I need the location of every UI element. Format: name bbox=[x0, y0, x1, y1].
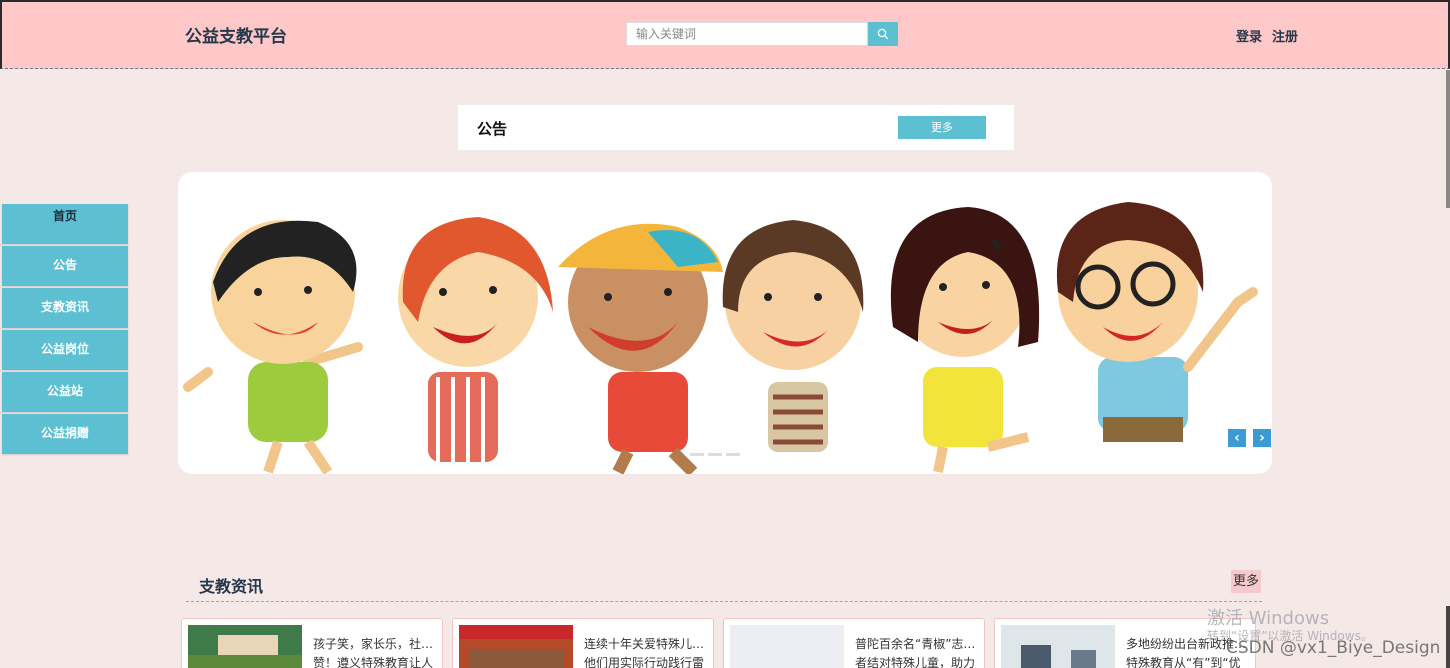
section-divider bbox=[186, 601, 1262, 602]
notice-bar: 公告 更多 bbox=[458, 105, 1014, 150]
news-card-snippet: 他们用实际行动践行雷 bbox=[584, 656, 705, 668]
news-card-snippet: 者结对特殊儿童，助力 bbox=[855, 656, 976, 668]
news-thumbnail bbox=[730, 625, 844, 668]
news-thumbnail bbox=[188, 625, 302, 668]
news-card-title: 孩子笑，家长乐，社… bbox=[313, 637, 434, 651]
carousel-dot[interactable] bbox=[708, 453, 722, 456]
news-thumbnail bbox=[459, 625, 573, 668]
news-card[interactable]: 连续十年关爱特殊儿… 他们用实际行动践行雷 bbox=[452, 618, 714, 668]
search-icon bbox=[877, 28, 889, 40]
login-link[interactable]: 登录 bbox=[1236, 26, 1262, 45]
news-card-list: 孩子笑，家长乐，社… 赞！遵义特殊教育让人 连续十年关爱特殊儿… 他们用实际行动… bbox=[181, 618, 1281, 668]
register-link[interactable]: 注册 bbox=[1272, 26, 1298, 45]
search-input[interactable] bbox=[626, 22, 868, 46]
news-card-title: 普陀百余名“青椒”志… bbox=[855, 637, 976, 651]
news-card[interactable]: 孩子笑，家长乐，社… 赞！遵义特殊教育让人 bbox=[181, 618, 443, 668]
news-more-button[interactable]: 更多 bbox=[1231, 570, 1261, 593]
page-scrollbar-lower[interactable] bbox=[1446, 606, 1450, 668]
sidenav-item-donation[interactable]: 公益捐赠 bbox=[2, 414, 128, 454]
banner-illustration bbox=[183, 202, 1258, 474]
news-card-snippet: 赞！遵义特殊教育让人 bbox=[313, 656, 434, 668]
carousel-dot[interactable] bbox=[726, 453, 740, 456]
top-navigation-bar: 公益支教平台 登录 注册 bbox=[0, 0, 1450, 69]
carousel-dots bbox=[690, 453, 740, 456]
news-card[interactable]: 普陀百余名“青椒”志… 者结对特殊儿童，助力 bbox=[723, 618, 985, 668]
carousel-dot[interactable] bbox=[690, 453, 704, 456]
page-scrollbar-thumb[interactable] bbox=[1446, 70, 1450, 208]
news-thumbnail bbox=[1001, 625, 1115, 668]
carousel-prev-button[interactable]: ‹ bbox=[1228, 429, 1246, 447]
sidenav-item-stations[interactable]: 公益站 bbox=[2, 372, 128, 412]
kid-figure bbox=[1056, 202, 1258, 442]
notice-title: 公告 bbox=[477, 120, 508, 138]
kid-figure bbox=[890, 207, 1040, 473]
kid-figure bbox=[398, 217, 553, 462]
site-title[interactable]: 公益支教平台 bbox=[185, 22, 287, 47]
banner-carousel: ‹ › bbox=[178, 172, 1272, 474]
kid-figure bbox=[558, 223, 723, 474]
sidenav-item-home[interactable]: 首页 bbox=[2, 204, 128, 244]
news-section-title: 支教资讯 bbox=[199, 577, 264, 596]
sidenav-item-jobs[interactable]: 公益岗位 bbox=[2, 330, 128, 370]
notice-more-button[interactable]: 更多 bbox=[898, 116, 986, 139]
sidenav-item-notice[interactable]: 公告 bbox=[2, 246, 128, 286]
carousel-next-button[interactable]: › bbox=[1253, 429, 1271, 447]
kid-figure bbox=[183, 220, 363, 474]
news-card-title: 连续十年关爱特殊儿… bbox=[584, 637, 705, 651]
search-button[interactable] bbox=[868, 22, 898, 46]
kid-figure bbox=[722, 220, 864, 452]
sidenav-item-teaching-news[interactable]: 支教资讯 bbox=[2, 288, 128, 328]
csdn-watermark: CSDN @vx1_Biye_Design bbox=[1226, 638, 1441, 658]
side-navigation: 首页 公告 支教资讯 公益岗位 公益站 公益捐赠 bbox=[2, 204, 128, 456]
